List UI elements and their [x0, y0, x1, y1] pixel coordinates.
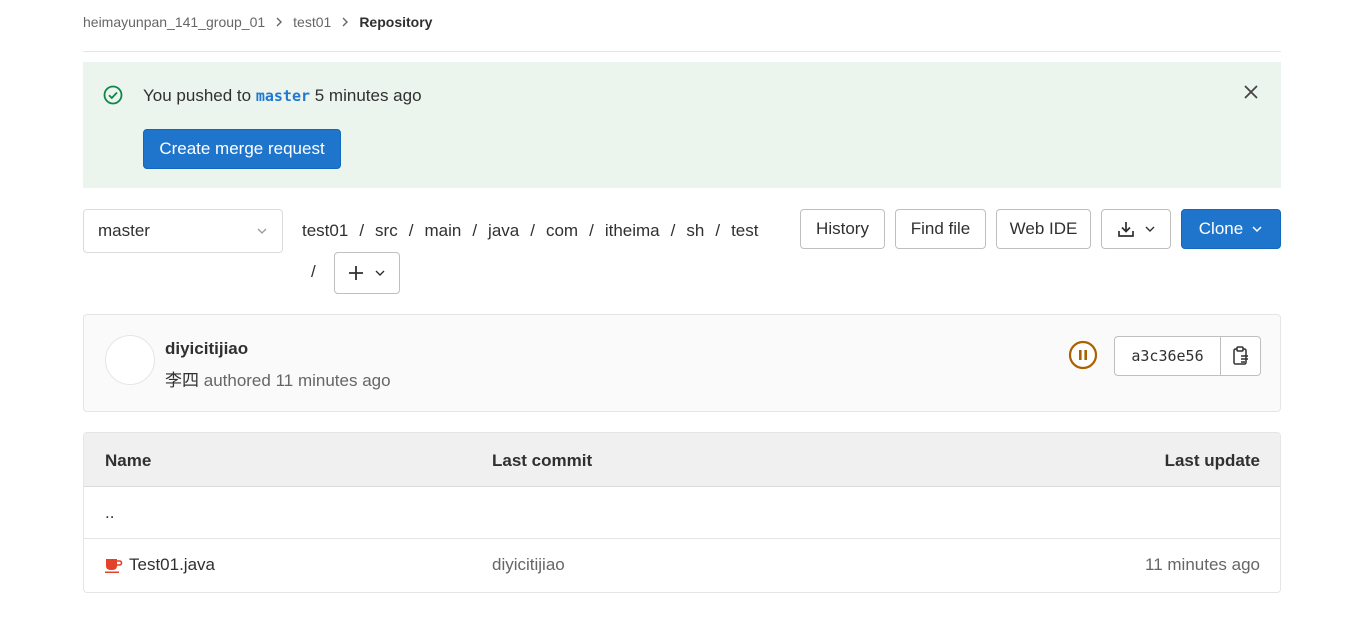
- file-last-update: 11 minutes ago: [1145, 555, 1260, 574]
- clone-button-label: Clone: [1198, 219, 1244, 238]
- file-name-cell[interactable]: Test01.java: [105, 555, 215, 575]
- clone-button[interactable]: Clone: [1181, 209, 1281, 249]
- last-commit-panel: diyicitijiao 李四 authored 11 minutes ago …: [83, 314, 1281, 412]
- create-merge-request-button[interactable]: Create merge request: [143, 129, 341, 169]
- breadcrumb-group[interactable]: heimayunpan_141_group_01: [83, 14, 265, 30]
- commit-meta: 李四 authored 11 minutes ago: [165, 366, 391, 391]
- path-separator: /: [715, 221, 721, 240]
- push-alert-time: 5 minutes ago: [314, 86, 422, 105]
- pipeline-paused-icon[interactable]: [1068, 340, 1098, 370]
- breadcrumb-project[interactable]: test01: [293, 14, 331, 30]
- push-alert-prefix: You pushed to: [143, 86, 252, 105]
- divider: [83, 51, 1281, 52]
- table-row-parent[interactable]: ..: [84, 487, 1280, 539]
- branch-selector[interactable]: master: [83, 209, 283, 253]
- chevron-right-icon: [275, 17, 283, 27]
- path-segment[interactable]: test: [731, 221, 758, 240]
- download-icon: [1117, 222, 1134, 237]
- parent-directory-link[interactable]: ..: [105, 503, 114, 523]
- path-segment[interactable]: src: [375, 221, 398, 240]
- path-separator: /: [408, 221, 414, 240]
- path-separator: /: [589, 221, 594, 240]
- header-last-update: Last update: [1164, 451, 1260, 470]
- clipboard-icon: [1232, 346, 1248, 365]
- path-separator: /: [311, 262, 316, 281]
- file-tree-table: Name Last commit Last update .. Test01.j…: [83, 432, 1281, 593]
- branch-selector-value: master: [98, 221, 150, 240]
- commit-title[interactable]: diyicitijiao: [165, 339, 248, 359]
- path-segment[interactable]: java: [488, 221, 519, 240]
- chevron-right-icon: [341, 17, 349, 27]
- push-alert-message: You pushed to master 5 minutes ago: [143, 86, 422, 106]
- commit-author[interactable]: 李四: [165, 371, 199, 390]
- web-ide-button[interactable]: Web IDE: [996, 209, 1091, 249]
- add-to-tree-button[interactable]: [334, 252, 400, 294]
- file-last-commit[interactable]: diyicitijiao: [492, 555, 565, 575]
- find-file-button[interactable]: Find file: [895, 209, 986, 249]
- header-last-commit: Last commit: [492, 451, 593, 470]
- table-header: Name Last commit Last update: [84, 433, 1280, 487]
- path-separator: /: [359, 221, 365, 240]
- history-button[interactable]: History: [800, 209, 885, 249]
- path-separator: /: [472, 221, 478, 240]
- commit-sha[interactable]: a3c36e56: [1114, 336, 1221, 376]
- avatar[interactable]: [105, 335, 155, 385]
- chevron-down-icon: [1252, 226, 1262, 233]
- pushed-branch-name: master: [255, 87, 311, 105]
- download-button[interactable]: [1101, 209, 1171, 249]
- file-path: test01 / src / main / java / com / itheima / sh / test: [302, 219, 758, 243]
- table-row[interactable]: Test01.java diyicitijiao 11 minutes ago: [84, 539, 1280, 591]
- close-icon[interactable]: [1243, 84, 1259, 100]
- path-separator: /: [530, 221, 535, 240]
- copy-sha-button[interactable]: [1221, 336, 1261, 376]
- path-separator: /: [670, 221, 676, 240]
- breadcrumb: heimayunpan_141_group_01 test01 Reposito…: [83, 10, 432, 34]
- breadcrumb-current[interactable]: Repository: [359, 14, 432, 30]
- path-segment[interactable]: itheima: [605, 221, 660, 240]
- push-alert: You pushed to master 5 minutes ago Creat…: [83, 62, 1281, 188]
- commit-sha-group: a3c36e56: [1114, 336, 1261, 376]
- chevron-down-icon: [257, 228, 267, 234]
- path-segment[interactable]: sh: [686, 221, 704, 240]
- chevron-down-icon: [1145, 226, 1154, 232]
- path-segment[interactable]: com: [546, 221, 578, 240]
- chevron-down-icon: [375, 270, 385, 276]
- header-name: Name: [105, 451, 152, 470]
- check-circle-icon: [103, 85, 123, 105]
- file-name[interactable]: Test01.java: [129, 555, 215, 575]
- java-file-icon: [105, 559, 123, 573]
- plus-icon: [349, 266, 363, 280]
- commit-authored-time: authored 11 minutes ago: [203, 371, 391, 390]
- path-segment[interactable]: main: [424, 221, 461, 240]
- path-segment[interactable]: test01: [302, 221, 348, 240]
